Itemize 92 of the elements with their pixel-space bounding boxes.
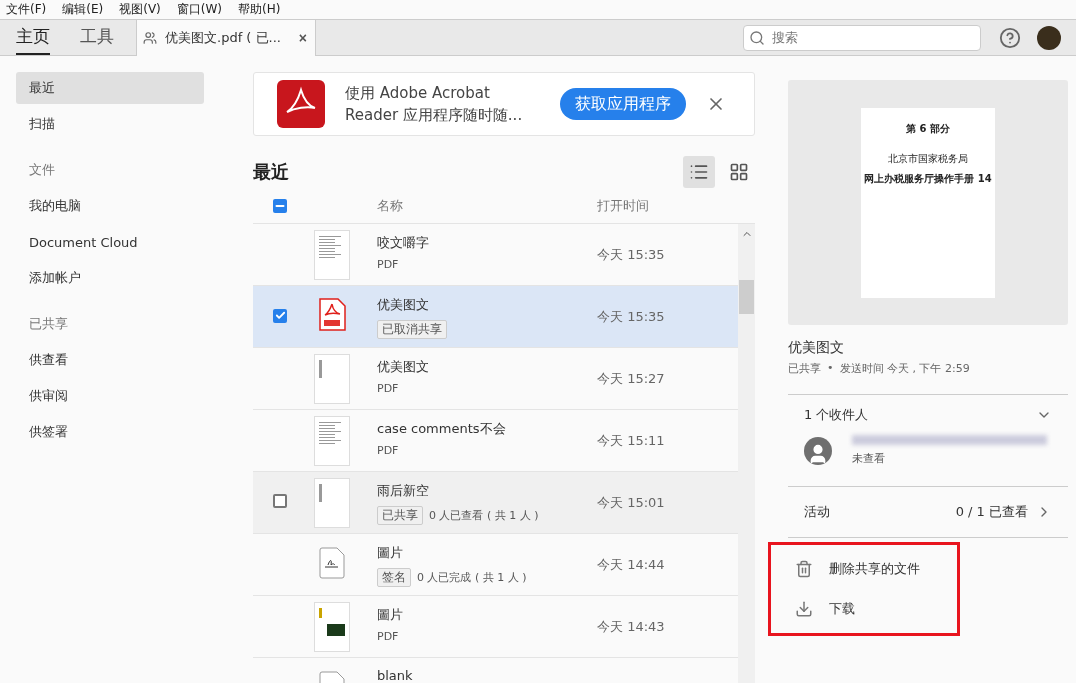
sidebar-item[interactable]: 添加帐户 [16,262,204,294]
file-row[interactable]: 雨后新空 已共享 0 人已查看 ( 共 1 人 ) 今天 15:01 [253,472,738,534]
nav-tab[interactable]: 主页 [16,25,50,55]
grid-view-icon [729,162,749,182]
file-name: 圖片 [377,606,404,624]
open-time: 今天 14:43 [597,618,665,634]
file-type: PDF [377,258,400,271]
activity-label: 活动 [804,503,830,521]
file-name: 雨后新空 [377,482,430,500]
sidebar-item[interactable]: 我的电脑 [16,190,204,222]
file-type: PDF [377,630,400,643]
separator-dot: • [827,361,834,376]
status-tag: 已取消共享 [377,320,447,339]
menu-item[interactable]: 窗口(W) [176,1,223,18]
status-note: 0 人已查看 ( 共 1 人 ) [429,508,539,523]
document-text: 第 6 部分 [906,121,950,136]
sidebar-item[interactable]: Document Cloud [16,226,204,258]
document-tab-title: 优美图文.pdf ( 已... [165,29,282,47]
document-text: 网上办税服务厅操作手册 14 [864,171,992,186]
status-tag: 签名 [377,568,411,587]
file-row[interactable]: 圖片 签名 0 人已完成 ( 共 1 人 ) 今天 14:44 [253,534,738,596]
file-name: 咬文嚼字 [377,234,430,252]
sidebar-item[interactable]: 供签署 [16,416,204,448]
file-name: blank [377,668,414,683]
file-title: 优美图文 [788,339,845,357]
menu-item[interactable]: 视图(V) [119,1,161,18]
file-row[interactable]: blank [253,658,738,683]
document-thumbnail [314,353,350,404]
pdf-file-icon [318,298,346,332]
recipients-title: 1 个收件人 [804,406,869,424]
file-row[interactable]: 优美图文 已取消共享 今天 15:35 [253,286,738,348]
file-row[interactable]: 优美图文 PDF 今天 15:27 [253,348,738,410]
status-tag: 已共享 [377,506,423,525]
sidebar-item[interactable]: 供审阅 [16,380,204,412]
file-name: 优美图文 [377,358,430,376]
status-note: 0 人已完成 ( 共 1 人 ) [417,570,527,585]
search-field[interactable]: 搜索 [743,24,981,51]
section-title: 最近 [253,160,290,184]
action-button[interactable]: 下载 [795,589,855,629]
document-thumbnail [314,415,350,466]
file-name: 优美图文 [377,296,430,314]
file-row[interactable]: 圖片 PDF 今天 14:43 [253,596,738,658]
download-icon [795,600,813,618]
sidebar-item[interactable]: 扫描 [16,108,204,140]
file-name: 圖片 [377,544,404,562]
view-status: 未查看 [852,451,886,466]
sidebar-heading: 已共享 [28,315,69,333]
open-time: 今天 15:11 [597,432,665,448]
select-all-checkbox[interactable] [273,198,287,213]
scroll-thumb[interactable] [739,280,754,314]
sidebar-item[interactable]: 最近 [16,72,204,104]
avatar[interactable] [1037,25,1061,50]
file-type: PDF [377,444,400,457]
menu-item[interactable]: 文件(F) [6,1,47,18]
menu-item[interactable]: 编辑(E) [62,1,104,18]
row-checkbox[interactable] [273,494,287,508]
open-time: 今天 15:35 [597,246,665,262]
sidebar-heading: 文件 [28,161,56,179]
close-tab-button[interactable]: × [298,30,307,46]
open-time: 今天 15:35 [597,308,665,324]
column-header[interactable]: 名称 [377,196,597,215]
share-status: 已共享 [788,361,821,376]
trash-icon [795,560,813,578]
sidebar-item[interactable]: 供查看 [16,344,204,376]
search-icon [749,29,765,46]
nav-tab[interactable]: 工具 [80,25,114,55]
scrollbar[interactable] [738,224,755,683]
sent-time: 发送时间 今天 , 下午 2:59 [839,361,970,376]
list-view-icon [689,162,709,182]
get-app-button[interactable]: 获取应用程序 [560,88,686,120]
activity-value: 0 / 1 已查看 [955,503,1028,521]
open-time: 今天 15:01 [597,494,665,510]
help-icon[interactable] [999,26,1021,49]
file-type: PDF [377,382,400,395]
document-thumbnail [314,477,350,528]
document-thumbnail [314,229,350,280]
column-header[interactable]: 打开时间 [597,196,755,215]
open-time: 今天 14:44 [597,556,665,572]
people-icon [143,31,157,45]
open-time: 今天 15:27 [597,370,665,386]
view-mode-button[interactable] [683,156,715,188]
document-tab[interactable]: 优美图文.pdf ( 已... × [136,20,316,56]
signature-file-icon [319,547,345,579]
menu-item[interactable]: 帮助(H) [238,1,281,18]
document-text: 北京市国家税务局 [888,151,968,166]
acrobat-logo [277,80,325,128]
image-thumbnail [314,601,350,652]
banner-text: 使用 Adobe Acrobat Reader 应用程序随时随... [345,83,524,126]
file-name: case comments不会 [377,420,507,438]
action-button[interactable]: 删除共享的文件 [795,549,920,589]
check-icon [274,310,286,322]
row-checkbox[interactable] [273,308,287,323]
